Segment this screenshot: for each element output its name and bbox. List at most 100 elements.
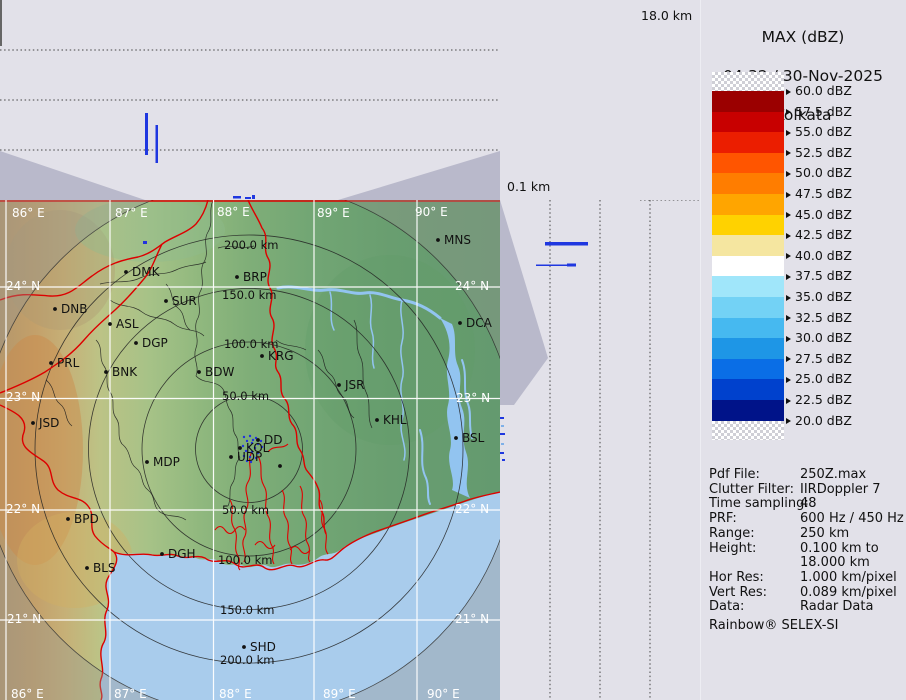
colorbar-band xyxy=(712,112,784,133)
metadata-value: IIRDoppler 7 xyxy=(800,483,881,498)
city-marker-dot xyxy=(85,566,89,570)
longitude-label: 89° E xyxy=(317,206,350,220)
city-label: BNK xyxy=(112,365,138,379)
longitude-label: 90° E xyxy=(427,687,460,700)
latitude-label: 22° N xyxy=(455,502,489,516)
metadata-value: 600 Hz / 450 Hz xyxy=(800,512,904,527)
city-label: DGH xyxy=(168,547,196,561)
range-ring-label: 50.0 km xyxy=(222,503,269,517)
longitude-label: 88° E xyxy=(217,205,250,219)
city-label: PRL xyxy=(57,356,80,370)
metadata-label: Clutter Filter: xyxy=(709,483,800,498)
tick-arrow-icon xyxy=(786,336,791,342)
city-marker-dot xyxy=(235,275,239,279)
echo-pixel xyxy=(249,435,251,437)
city-marker-dot xyxy=(53,307,57,311)
radar-display-window: 18.0 km 0.1 km xyxy=(0,0,906,700)
tick-arrow-icon xyxy=(786,233,791,239)
city-label: ASL xyxy=(116,317,139,331)
product-name: MAX (dBZ) xyxy=(700,28,906,48)
dbz-threshold-label: 35.0 dBZ xyxy=(786,290,852,304)
latitude-label: 21° N xyxy=(7,612,41,626)
metadata-row: Hor Res:1.000 km/pixel xyxy=(709,571,904,586)
city-label: BPD xyxy=(74,512,99,526)
metadata-value: Radar Data xyxy=(800,600,873,615)
range-ring-label: 150.0 km xyxy=(222,288,276,302)
city-marker-dot xyxy=(145,460,149,464)
city-label: BDW xyxy=(205,365,234,379)
tick-arrow-icon xyxy=(786,295,791,301)
tick-arrow-icon xyxy=(786,150,791,156)
metadata-label: Data: xyxy=(709,600,800,615)
dbz-threshold-label: 45.0 dBZ xyxy=(786,208,852,222)
tick-arrow-icon xyxy=(786,356,791,362)
colorbar-band xyxy=(712,338,784,359)
metadata-value: 0.100 km to 18.000 km xyxy=(800,542,879,571)
latitude-label: 24° N xyxy=(455,279,489,293)
height-axis-max-label: 18.0 km xyxy=(641,8,692,23)
dbz-colorbar xyxy=(712,72,784,440)
metadata-row: Vert Res:0.089 km/pixel xyxy=(709,586,904,601)
metadata-value: 1.000 km/pixel xyxy=(800,571,897,586)
colorbar-band xyxy=(712,132,784,153)
latitude-label: 21° N xyxy=(455,612,489,626)
colorbar-band xyxy=(712,194,784,215)
metadata-value: 250Z.max xyxy=(800,468,866,483)
city-label: KHL xyxy=(383,413,407,427)
metadata-label: Pdf File: xyxy=(709,468,800,483)
dbz-threshold-label: 42.5 dBZ xyxy=(786,228,852,242)
range-ring-label: 50.0 km xyxy=(222,389,269,403)
city-marker-dot xyxy=(436,238,440,242)
dbz-threshold-label: 22.5 dBZ xyxy=(786,393,852,407)
tick-arrow-icon xyxy=(786,398,791,404)
colorbar-band xyxy=(712,379,784,400)
metadata-value: 250 km xyxy=(800,527,849,542)
dbz-threshold-label: 27.5 dBZ xyxy=(786,352,852,366)
city-marker-dot xyxy=(66,517,70,521)
city-label: SHD xyxy=(250,640,276,654)
height-axis-min-label: 0.1 km xyxy=(507,179,550,194)
tick-arrow-icon xyxy=(786,377,791,383)
city-marker-dot xyxy=(134,341,138,345)
metadata-label: Range: xyxy=(709,527,800,542)
dbz-threshold-label: 47.5 dBZ xyxy=(786,187,852,201)
metadata-value: 48 xyxy=(800,497,817,512)
tick-arrow-icon xyxy=(786,418,791,424)
longitude-label: 86° E xyxy=(12,206,45,220)
tick-arrow-icon xyxy=(786,89,791,95)
product-metadata: Pdf File:250Z.maxClutter Filter:IIRDoppl… xyxy=(709,468,904,634)
tick-arrow-icon xyxy=(786,130,791,136)
metadata-row: PRF:600 Hz / 450 Hz xyxy=(709,512,904,527)
latitude-label: 22° N xyxy=(6,502,40,516)
colorbar-overflow-band xyxy=(712,72,784,91)
city-label: BLS xyxy=(93,561,116,575)
city-label: MNS xyxy=(444,233,471,247)
dbz-threshold-label: 30.0 dBZ xyxy=(786,331,852,345)
city-marker-dot xyxy=(260,354,264,358)
range-ring-label: 100.0 km xyxy=(218,553,272,567)
latitude-label: 23° N xyxy=(6,390,40,404)
dbz-threshold-label: 55.0 dBZ xyxy=(786,125,852,139)
longitude-label: 89° E xyxy=(323,687,356,700)
echo-pixel xyxy=(242,445,244,447)
colorbar-band xyxy=(712,215,784,236)
longitude-label: 90° E xyxy=(415,205,448,219)
metadata-label: Height: xyxy=(709,542,800,571)
city-label: DCA xyxy=(466,316,493,330)
colorbar-band xyxy=(712,276,784,297)
dbz-threshold-label: 32.5 dBZ xyxy=(786,311,852,325)
colorbar-band xyxy=(712,400,784,421)
colorbar-band xyxy=(712,235,784,256)
tick-arrow-icon xyxy=(786,274,791,280)
metadata-row: Time sampling:48 xyxy=(709,497,904,512)
colorbar-band xyxy=(712,297,784,318)
city-marker-dot xyxy=(160,552,164,556)
top-cross-section-panel xyxy=(0,0,500,200)
longitude-label: 86° E xyxy=(11,687,44,700)
city-marker-dot xyxy=(229,455,233,459)
city-label: JSR xyxy=(344,378,365,392)
city-marker-dot xyxy=(104,370,108,374)
colorbar-band xyxy=(712,173,784,194)
colorbar-band xyxy=(712,359,784,380)
latitude-label: 23° N xyxy=(456,391,490,405)
